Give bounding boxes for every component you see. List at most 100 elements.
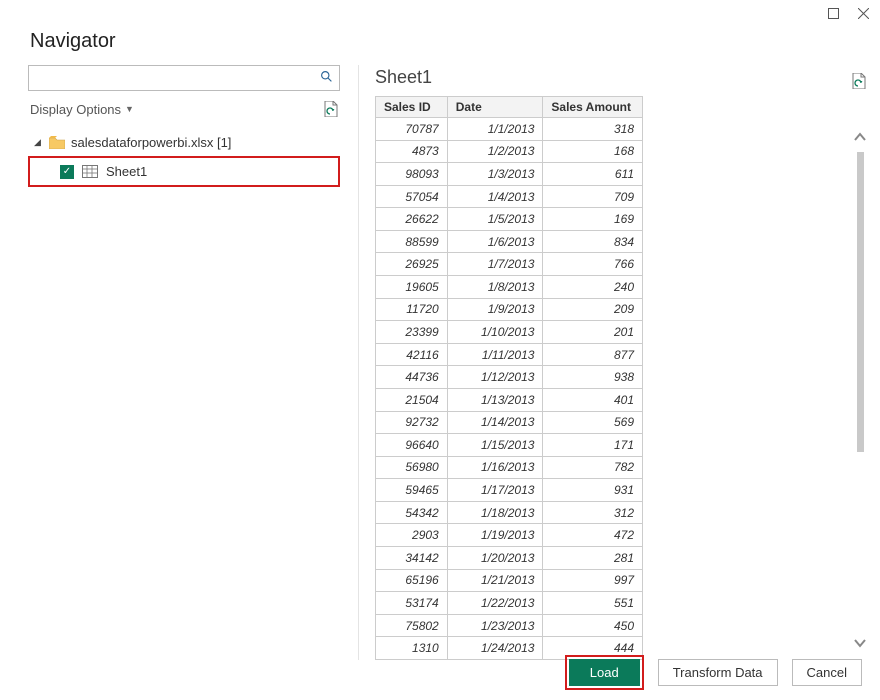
scroll-thumb[interactable] [857,152,864,452]
table-row[interactable]: 927321/14/2013569 [376,411,643,434]
maximize-icon[interactable] [826,6,840,20]
search-box[interactable] [28,65,340,91]
table-row[interactable]: 266221/5/2013169 [376,208,643,231]
refresh-preview-icon[interactable] [324,101,338,117]
table-row[interactable]: 594651/17/2013931 [376,479,643,502]
tree-file-node[interactable]: ◢ salesdataforpowerbi.xlsx [1] [28,131,340,154]
table-cell: 1/1/2013 [447,118,543,141]
table-cell: 1/16/2013 [447,456,543,479]
table-cell: 1/24/2013 [447,637,543,660]
table-cell: 1/2/2013 [447,140,543,163]
table-icon [82,165,98,178]
table-row[interactable]: 215041/13/2013401 [376,388,643,411]
table-cell: 1/14/2013 [447,411,543,434]
col-header[interactable]: Sales Amount [543,97,643,118]
table-cell: 1/3/2013 [447,163,543,186]
table-row[interactable]: 48731/2/2013168 [376,140,643,163]
table-cell: 59465 [376,479,448,502]
navigator-pane: Display Options ▼ ◢ [28,65,358,660]
table-cell: 1310 [376,637,448,660]
table-row[interactable]: 117201/9/2013209 [376,298,643,321]
close-icon[interactable] [856,6,870,20]
table-cell: 201 [543,321,643,344]
table-cell: 1/15/2013 [447,434,543,457]
search-input[interactable] [35,71,320,86]
chevron-down-icon: ▼ [125,104,134,114]
tree-sheet-node[interactable]: ✓ Sheet1 [30,160,338,183]
table-row[interactable]: 269251/7/2013766 [376,253,643,276]
table-cell: 1/4/2013 [447,185,543,208]
table-cell: 96640 [376,434,448,457]
preview-pane: Sheet1 Sales ID Date Sales Amount [358,65,870,660]
table-cell: 877 [543,343,643,366]
table-cell: 98093 [376,163,448,186]
table-cell: 834 [543,230,643,253]
col-header[interactable]: Sales ID [376,97,448,118]
table-cell: 1/20/2013 [447,546,543,569]
table-header-row: Sales ID Date Sales Amount [376,97,643,118]
search-icon[interactable] [320,70,333,86]
table-row[interactable]: 570541/4/2013709 [376,185,643,208]
table-row[interactable]: 196051/8/2013240 [376,276,643,299]
table-cell: 1/9/2013 [447,298,543,321]
table-cell: 1/10/2013 [447,321,543,344]
display-options-dropdown[interactable]: Display Options ▼ [30,102,134,117]
table-cell: 997 [543,569,643,592]
window-title: Navigator [0,20,880,65]
scrollbar[interactable] [850,96,870,660]
table-row[interactable]: 707871/1/2013318 [376,118,643,141]
table-cell: 19605 [376,276,448,299]
table-row[interactable]: 29031/19/2013472 [376,524,643,547]
table-row[interactable]: 569801/16/2013782 [376,456,643,479]
table-cell: 281 [543,546,643,569]
table-cell: 4873 [376,140,448,163]
table-cell: 21504 [376,388,448,411]
table-cell: 611 [543,163,643,186]
transform-data-button[interactable]: Transform Data [658,659,778,686]
folder-icon [49,136,65,149]
table-cell: 209 [543,298,643,321]
table-cell: 53174 [376,592,448,615]
table-cell: 2903 [376,524,448,547]
table-cell: 11720 [376,298,448,321]
table-cell: 1/21/2013 [447,569,543,592]
scroll-up-icon[interactable] [853,126,867,146]
table-cell: 1/23/2013 [447,614,543,637]
highlight-frame-sheet: ✓ Sheet1 [28,156,340,187]
scroll-down-icon[interactable] [853,632,867,652]
table-row[interactable]: 543421/18/2013312 [376,501,643,524]
table-row[interactable]: 447361/12/2013938 [376,366,643,389]
table-cell: 472 [543,524,643,547]
table-cell: 318 [543,118,643,141]
collapse-icon[interactable]: ◢ [34,137,43,148]
table-row[interactable]: 966401/15/2013171 [376,434,643,457]
table-row[interactable]: 758021/23/2013450 [376,614,643,637]
tree-sheet-label: Sheet1 [106,164,147,179]
preview-title: Sheet1 [375,65,432,96]
load-button[interactable]: Load [569,659,640,686]
table-cell: 65196 [376,569,448,592]
table-cell: 766 [543,253,643,276]
table-cell: 169 [543,208,643,231]
table-cell: 551 [543,592,643,615]
table-row[interactable]: 341421/20/2013281 [376,546,643,569]
table-cell: 1/19/2013 [447,524,543,547]
table-row[interactable]: 233991/10/2013201 [376,321,643,344]
table-row[interactable]: 885991/6/2013834 [376,230,643,253]
table-cell: 1/12/2013 [447,366,543,389]
table-cell: 240 [543,276,643,299]
table-cell: 56980 [376,456,448,479]
col-header[interactable]: Date [447,97,543,118]
checkbox-checked-icon[interactable]: ✓ [60,165,74,179]
cancel-button[interactable]: Cancel [792,659,862,686]
table-cell: 1/7/2013 [447,253,543,276]
table-row[interactable]: 651961/21/2013997 [376,569,643,592]
table-row[interactable]: 421161/11/2013877 [376,343,643,366]
table-cell: 23399 [376,321,448,344]
table-cell: 938 [543,366,643,389]
table-cell: 569 [543,411,643,434]
table-row[interactable]: 980931/3/2013611 [376,163,643,186]
table-row[interactable]: 531741/22/2013551 [376,592,643,615]
table-cell: 450 [543,614,643,637]
refresh-preview-icon[interactable] [852,73,866,89]
